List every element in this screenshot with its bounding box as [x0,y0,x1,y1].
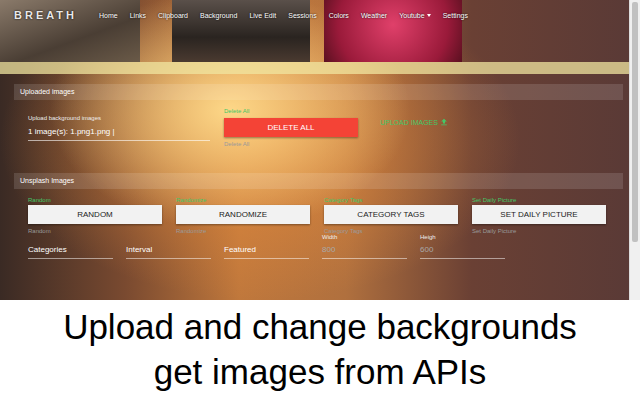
upload-row: Upload background images 1 image(s): 1.p… [14,100,623,173]
action-group: Randomize RANDOMIZE Randomize [176,197,310,234]
nav-item[interactable]: Youtube [399,12,430,19]
field-value: Categories [28,242,113,258]
extension-page: BREATH Home Links Clipboard Background Live … [0,0,629,300]
content: Uploaded images Upload background images… [0,74,629,259]
caption-line: get images from APIs [154,349,487,394]
action-group: Random RANDOM Random [28,197,162,234]
unsplash-fields: Categories Interval Featured Width 800 Hei… [14,234,623,259]
nav-item[interactable]: Clipboard [158,12,188,19]
action-group: Set Daily Picture SET DAILY PICTURE Set … [472,197,606,234]
delete-all-button[interactable]: DELETE ALL [224,118,358,137]
page: BREATH Home Links Clipboard Background Live … [0,0,640,400]
field-label: Heigh [420,234,505,242]
nav-item[interactable]: Background [200,12,237,19]
background-thumbnail[interactable] [172,0,310,62]
upload-icon [440,118,448,126]
text-field[interactable]: Heigh 600 [420,234,505,259]
delete-group: Delete All DELETE ALL Delete All [224,108,358,147]
nav-item[interactable]: Sessions [288,12,316,19]
action-button[interactable]: CATEGORY TAGS [324,205,458,224]
unsplash-actions: Random RANDOM Random Randomize RANDOMIZE … [14,189,623,234]
nav-item[interactable]: Colors [329,12,349,19]
screenshot: BREATH Home Links Clipboard Background Live … [0,0,640,300]
nav-item[interactable]: Links [130,12,146,19]
field-value: Interval [126,242,211,258]
caret-icon [427,14,431,17]
upload-field-group: Upload background images 1 image(s): 1.p… [28,108,210,141]
scrollbar[interactable] [629,0,640,300]
nav-item[interactable]: Live Edit [249,12,276,19]
scrollbar-thumb[interactable] [632,2,638,242]
text-field[interactable]: Width 800 [322,234,407,259]
action-group: Category Tags CATEGORY TAGS Category Tag… [324,197,458,234]
text-field[interactable]: Categories [28,234,113,259]
nav-item[interactable]: Settings [443,12,468,19]
field-label: Width [322,234,407,242]
background-thumbnail[interactable] [324,0,462,62]
field-value: 600 [420,242,505,258]
text-field[interactable]: Interval [126,234,211,259]
field-label [126,234,211,242]
action-label: Random [28,197,162,205]
nav-item[interactable]: Home [99,12,118,19]
upload-images-link[interactable]: UPLOAD IMAGES [380,118,448,126]
delete-label: Delete All [224,108,358,116]
field-value: 800 [322,242,407,258]
field-value: Featured [224,242,309,258]
nav-bar: BREATH Home Links Clipboard Background Live … [0,0,629,30]
nav-item[interactable]: Weather [361,12,387,19]
thumbnail-row [0,0,629,62]
field-label: Upload background images [28,115,210,121]
field-label [224,234,309,242]
highlight-strip [0,62,629,74]
action-button[interactable]: RANDOM [28,205,162,224]
action-button[interactable]: SET DAILY PICTURE [472,205,606,224]
upload-field[interactable]: 1 image(s): 1.png1.png | [28,123,210,141]
action-label: Category Tags [324,197,458,205]
caption: Upload and change backgroundsget images … [0,300,640,400]
delete-hint: Delete All [224,141,358,147]
section-header: Unsplash Images [14,173,623,189]
action-button[interactable]: RANDOMIZE [176,205,310,224]
section-header: Uploaded images [14,84,623,100]
action-label: Randomize [176,197,310,205]
action-label: Set Daily Picture [472,197,606,205]
caption-line: Upload and change backgrounds [63,304,577,349]
logo[interactable]: BREATH [14,9,77,21]
field-label [28,234,113,242]
text-field[interactable]: Featured [224,234,309,259]
